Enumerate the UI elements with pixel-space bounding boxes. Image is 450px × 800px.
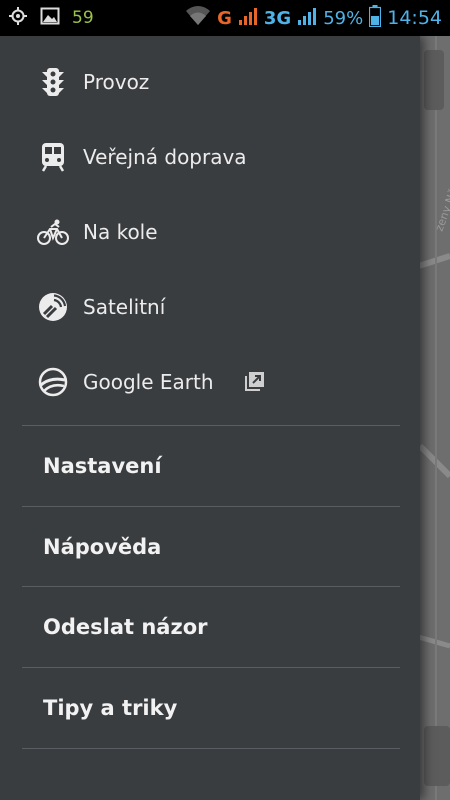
clock: 14:54 [387,7,442,29]
train-icon [36,140,70,174]
layer-label-google-earth: Google Earth [83,369,214,394]
layer-label-transit: Veřejná doprava [83,144,247,169]
gps-icon [8,6,28,30]
satellite-icon [36,290,70,324]
network-3g-label: 3G [263,7,292,29]
layer-item-satellite[interactable]: Satelitní [0,269,420,344]
battery-icon [369,5,382,31]
menu-item-help[interactable]: Nápověda [0,507,420,587]
signal-3g-icon [297,6,317,30]
network-g-label: G [217,7,232,29]
layer-item-bicycling[interactable]: Na kole [0,194,420,269]
navigation-drawer: Provoz Veřejná doprava Na kole Satelitní… [0,36,420,800]
menu-label-feedback: Odeslat názor [43,615,208,639]
menu-label-settings: Nastavení [43,454,162,478]
traffic-light-icon [36,65,70,99]
menu-label-tips: Tipy a triky [43,696,178,720]
layer-item-google-earth[interactable]: Google Earth [0,344,420,419]
menu-item-settings[interactable]: Nastavení [0,426,420,506]
battery-percent: 59% [323,7,364,29]
layer-item-traffic[interactable]: Provoz [0,44,420,119]
wifi-icon [185,6,211,30]
divider [22,748,400,749]
layer-label-traffic: Provoz [83,69,150,94]
signal-g-icon [238,6,258,30]
layer-item-transit[interactable]: Veřejná doprava [0,119,420,194]
bicycle-icon [36,215,70,249]
external-link-icon [243,371,265,393]
image-notification-icon [40,7,60,29]
menu-label-help: Nápověda [43,535,162,559]
earth-icon [36,365,70,399]
menu-item-tips[interactable]: Tipy a triky [0,668,420,748]
notification-count: 59 [72,8,94,28]
layer-label-bicycling: Na kole [83,219,158,244]
layer-label-satellite: Satelitní [83,294,166,319]
status-bar: 59 G 3G 59% 14:54 [0,0,450,36]
menu-item-feedback[interactable]: Odeslat názor [0,587,420,667]
